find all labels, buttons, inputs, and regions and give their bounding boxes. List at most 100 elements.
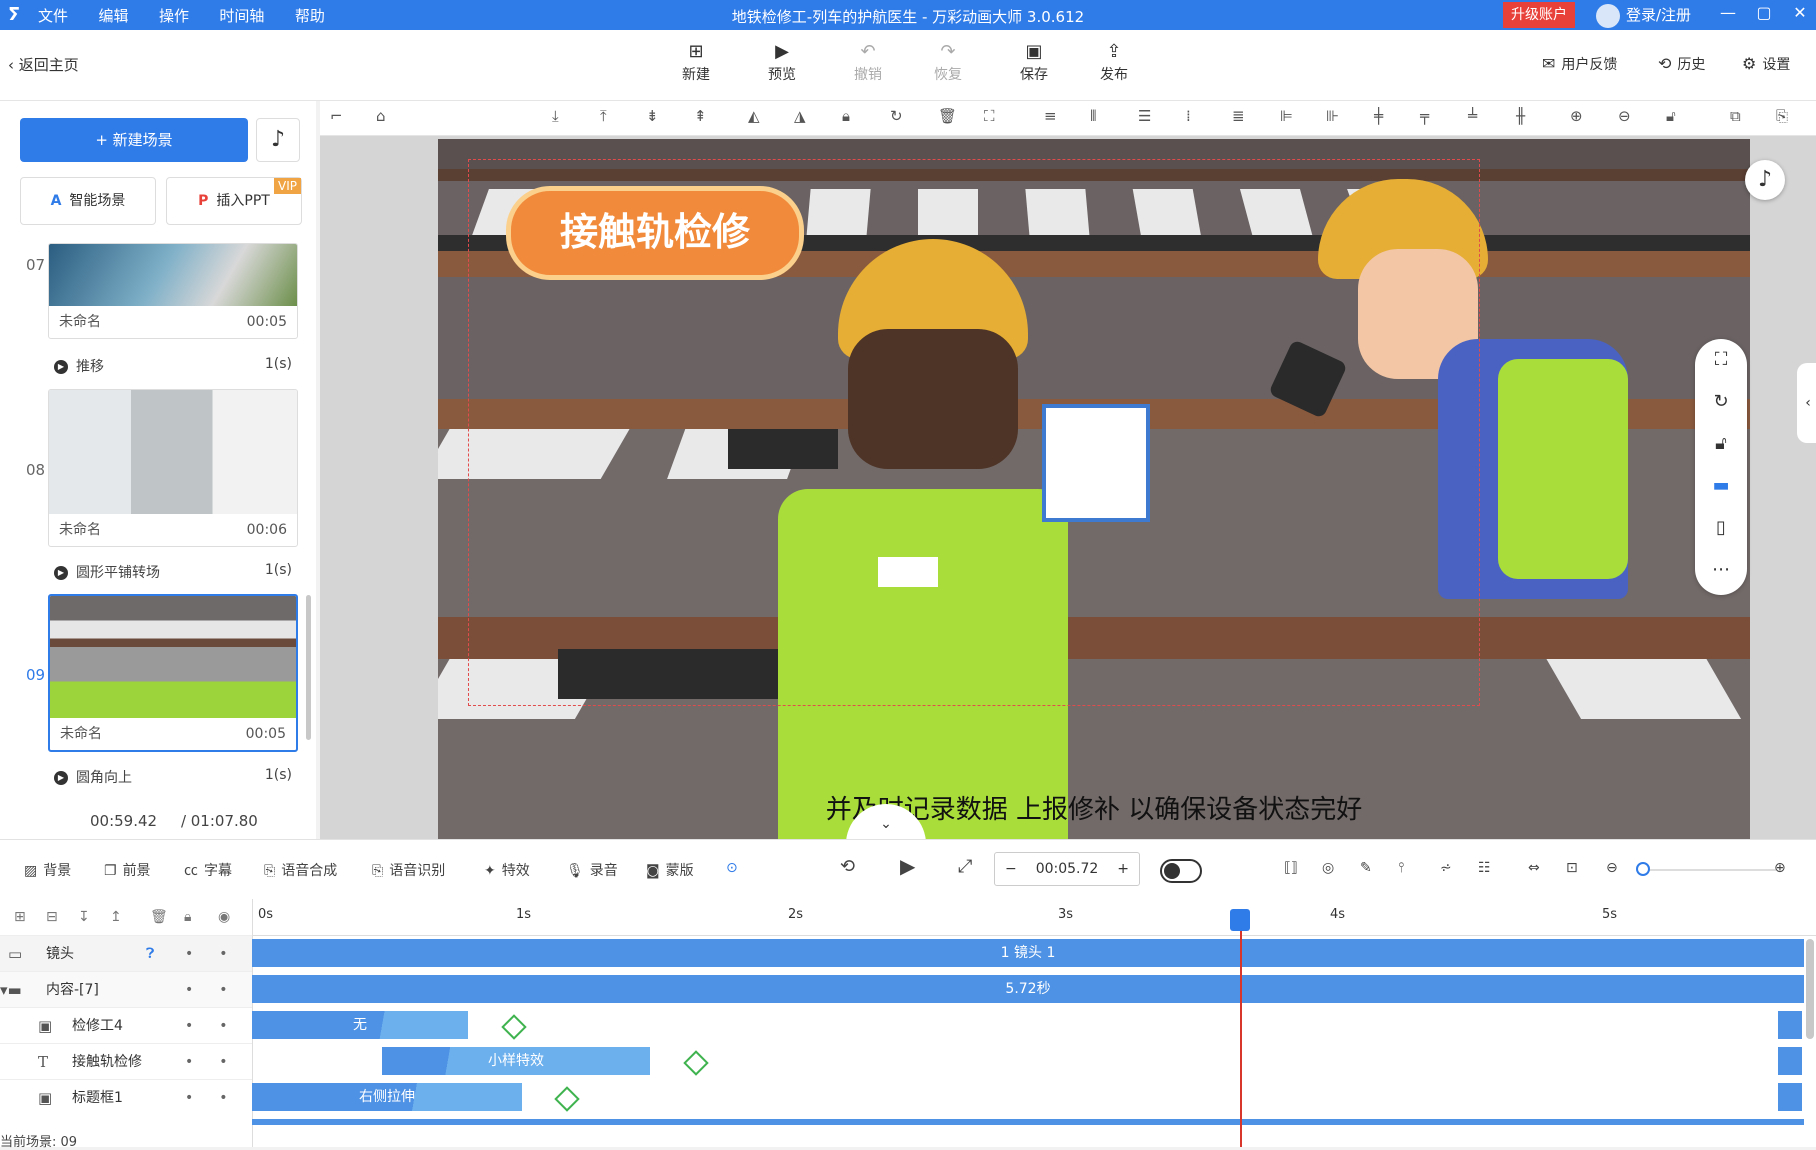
playhead-handle[interactable]: [1230, 909, 1250, 931]
scene-thumbnail[interactable]: 未命名 00:06: [48, 389, 298, 547]
maximize-button[interactable]: ▢: [1752, 3, 1776, 22]
align-v-top-icon[interactable]: ╤: [1420, 107, 1429, 125]
delete-icon[interactable]: 🗑︎: [150, 909, 168, 925]
camera-bar[interactable]: 1 镜头 1: [252, 939, 1804, 967]
play-icon[interactable]: ▶: [900, 854, 915, 878]
split-icon[interactable]: ⫯: [1398, 860, 1404, 876]
align-left-icon[interactable]: ≡: [1044, 107, 1057, 125]
edit-icon[interactable]: ✎: [1360, 860, 1372, 876]
back-home-button[interactable]: ‹ 返回主页: [8, 54, 79, 75]
add-keyframe-icon[interactable]: [554, 1086, 580, 1112]
align-v-center-icon[interactable]: ╫: [1516, 107, 1525, 125]
zoom-in-icon[interactable]: ⊕: [1774, 860, 1786, 876]
copy-icon[interactable]: ⧉: [1730, 107, 1741, 125]
subtitle-text[interactable]: 并及时记录数据 上报修补 以确保设备状态完好: [438, 789, 1750, 826]
zoom-slider-handle[interactable]: [1636, 862, 1650, 876]
camera-icon[interactable]: ◎: [1322, 860, 1334, 876]
align-v-bottom-icon[interactable]: ╧: [1468, 107, 1477, 125]
track-text-title[interactable]: T 接触轨检修 ••: [0, 1043, 252, 1080]
animation-bar[interactable]: 无: [252, 1011, 468, 1039]
transition-item[interactable]: ▶ 圆形平铺转场 1(s): [54, 562, 292, 582]
flip-vertical-icon[interactable]: ◮: [794, 107, 806, 125]
caption-button[interactable]: ㏄字幕: [184, 860, 232, 880]
sliders-icon[interactable]: ☷: [1478, 860, 1491, 876]
align-h-left-icon[interactable]: ⊫: [1280, 107, 1293, 125]
align-middle-icon[interactable]: ⁞: [1186, 107, 1191, 125]
scene-card[interactable]: 未命名 00:06: [48, 389, 298, 547]
track-end-handle[interactable]: [1778, 1011, 1802, 1039]
add-keyframe-icon[interactable]: [683, 1050, 709, 1076]
history-button[interactable]: ⟲ 历史: [1658, 54, 1705, 74]
track-worker4[interactable]: ▣ 检修工4 ••: [0, 1007, 252, 1044]
lock-icon[interactable]: 🔓︎: [1695, 423, 1747, 465]
track-camera[interactable]: ▭ 镜头 ❓︎ ••: [0, 935, 252, 972]
tts-button[interactable]: ⎘ 语音合成: [264, 860, 337, 880]
phone-icon[interactable]: ▯: [1695, 507, 1747, 549]
timeline-scroll-bar[interactable]: [252, 1119, 1804, 1125]
filter-icon[interactable]: ⩫: [1440, 860, 1452, 876]
track-content-folder[interactable]: ▾▬ 内容-[7] ••: [0, 971, 252, 1008]
lock-icon[interactable]: 🔒︎: [842, 107, 850, 125]
publish-button[interactable]: ⇪ 发布: [1084, 40, 1144, 84]
align-center-icon[interactable]: ☰: [1138, 107, 1151, 125]
close-button[interactable]: ✕: [1788, 3, 1812, 22]
minimize-button[interactable]: —: [1716, 3, 1740, 22]
feedback-button[interactable]: ✉ 用户反馈: [1542, 54, 1617, 74]
align-h-center-icon[interactable]: ╪: [1374, 107, 1383, 125]
move-down-icon[interactable]: ↧: [78, 909, 90, 925]
fullscreen-icon[interactable]: ⛶: [1695, 339, 1747, 381]
insert-ppt-button[interactable]: P 插入PPT VIP: [166, 177, 302, 225]
transition-item[interactable]: ▶ 推移 1(s): [54, 356, 292, 376]
timecode-field[interactable]: − 00:05.72 +: [994, 852, 1140, 886]
music-note-icon[interactable]: ♪: [256, 118, 300, 162]
redo-button[interactable]: ↷ 恢复: [918, 40, 978, 84]
timecode-minus-button[interactable]: −: [1005, 853, 1017, 885]
zoom-out-icon[interactable]: ⊖: [1606, 860, 1618, 876]
chevron-left-icon[interactable]: ‹: [1797, 363, 1816, 443]
add-folder-icon[interactable]: ⊞: [14, 909, 26, 925]
move-up-icon[interactable]: ⇞: [694, 107, 707, 125]
fit-width-icon[interactable]: ⇔: [1528, 860, 1540, 876]
timecode-plus-button[interactable]: +: [1117, 853, 1129, 885]
time-ruler[interactable]: 0s 1s 2s 3s 4s 5s: [252, 899, 1816, 936]
foreground-button[interactable]: ❐ 前景: [104, 860, 151, 880]
add-keyframe-icon[interactable]: [501, 1014, 527, 1040]
toggle-switch[interactable]: [1160, 859, 1202, 883]
transition-item[interactable]: ▶ 圆角向上 1(s): [54, 767, 292, 787]
scene-thumbnail[interactable]: 未命名 00:05: [48, 243, 298, 339]
format-painter-icon[interactable]: ⌐: [330, 107, 343, 125]
scene-card-selected[interactable]: 未命名 00:05: [48, 594, 298, 752]
scene-thumbnail[interactable]: 未命名 00:05: [48, 594, 298, 752]
new-button[interactable]: ⊞ 新建: [666, 40, 726, 84]
asr-button[interactable]: ⎘ 语音识别: [372, 860, 445, 880]
mask-button[interactable]: ◙ 蒙版: [646, 860, 694, 880]
title-banner[interactable]: 接触轨检修: [506, 186, 804, 280]
new-scene-button[interactable]: + 新建场景: [20, 118, 248, 162]
move-up-icon[interactable]: ↥: [110, 909, 122, 925]
bracket-icon[interactable]: ⟦⟧: [1284, 860, 1298, 876]
zoom-out-icon[interactable]: ⊖: [1618, 107, 1631, 125]
align-top-icon[interactable]: ⤒: [600, 107, 607, 125]
unlock-icon[interactable]: 🔓︎: [1666, 107, 1676, 125]
zoom-slider[interactable]: [1640, 869, 1776, 871]
delete-icon[interactable]: 🗑︎: [938, 107, 957, 125]
timeline-vertical-scrollbar[interactable]: [1806, 939, 1814, 1039]
paste-icon[interactable]: ⎘: [1776, 107, 1788, 125]
screen-icon[interactable]: ▬: [1695, 465, 1747, 507]
zoom-in-icon[interactable]: ⊕: [1570, 107, 1583, 125]
smart-scene-button[interactable]: A 智能场景: [20, 177, 156, 225]
add-track-icon[interactable]: ⊟: [46, 909, 58, 925]
expand-icon[interactable]: ⤢: [958, 856, 972, 877]
rotate-icon[interactable]: ↻: [1695, 381, 1747, 423]
replay-icon[interactable]: ⟲: [840, 856, 855, 877]
move-down-icon[interactable]: ⇟: [646, 107, 659, 125]
more-tools-icon[interactable]: ⊙: [726, 860, 738, 876]
music-note-icon[interactable]: ♪: [1745, 160, 1785, 200]
track-end-handle[interactable]: [1778, 1083, 1802, 1111]
login-button[interactable]: 登录/注册: [1596, 2, 1691, 28]
content-bar[interactable]: 5.72秒: [252, 975, 1804, 1003]
align-right-icon[interactable]: ≣: [1232, 107, 1245, 125]
fit-icon[interactable]: ⛶: [984, 107, 995, 125]
distribute-icon[interactable]: ⦀: [1090, 107, 1097, 125]
undo-button[interactable]: ↶ 撤销: [838, 40, 898, 84]
